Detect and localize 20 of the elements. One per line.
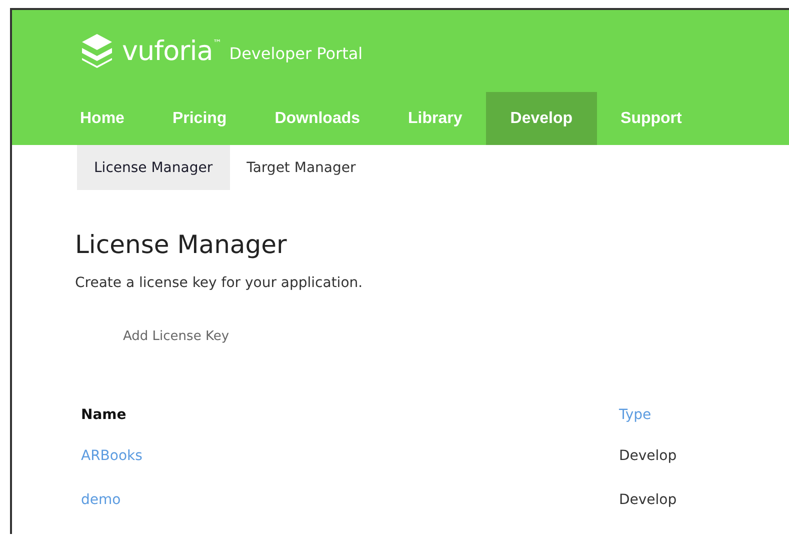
nav-tab[interactable]: Library — [384, 92, 486, 145]
page-description: Create a license key for your application. — [75, 275, 364, 291]
brand-logo-text: vuforia$^{™}$ — [122, 36, 222, 66]
nav-tab[interactable]: Support — [596, 92, 706, 145]
license-name-link[interactable]: demo — [81, 492, 121, 508]
license-type-cell-text: Develop — [619, 491, 678, 510]
add-license-key-button[interactable]: Add License Key — [123, 329, 230, 344]
column-header: Name — [81, 396, 619, 434]
nav-tab[interactable]: Downloads — [250, 92, 384, 145]
license-name-link[interactable]: ARBooks — [81, 448, 142, 464]
layered-cube-icon — [80, 33, 114, 69]
nav-tab[interactable]: Home — [56, 92, 148, 145]
nav-tab[interactable]: Develop — [486, 92, 597, 145]
portal-tagline: Developer Portal — [229, 44, 363, 62]
nav-tab[interactable]: Pricing — [148, 92, 251, 145]
subnav-tab[interactable]: Target Manager — [230, 145, 373, 190]
license-type-cell-text: Develop — [619, 447, 678, 466]
subnav-tab[interactable]: License Manager — [77, 145, 230, 190]
page-title: License Manager — [75, 230, 288, 259]
column-header[interactable]: Type — [619, 396, 721, 434]
